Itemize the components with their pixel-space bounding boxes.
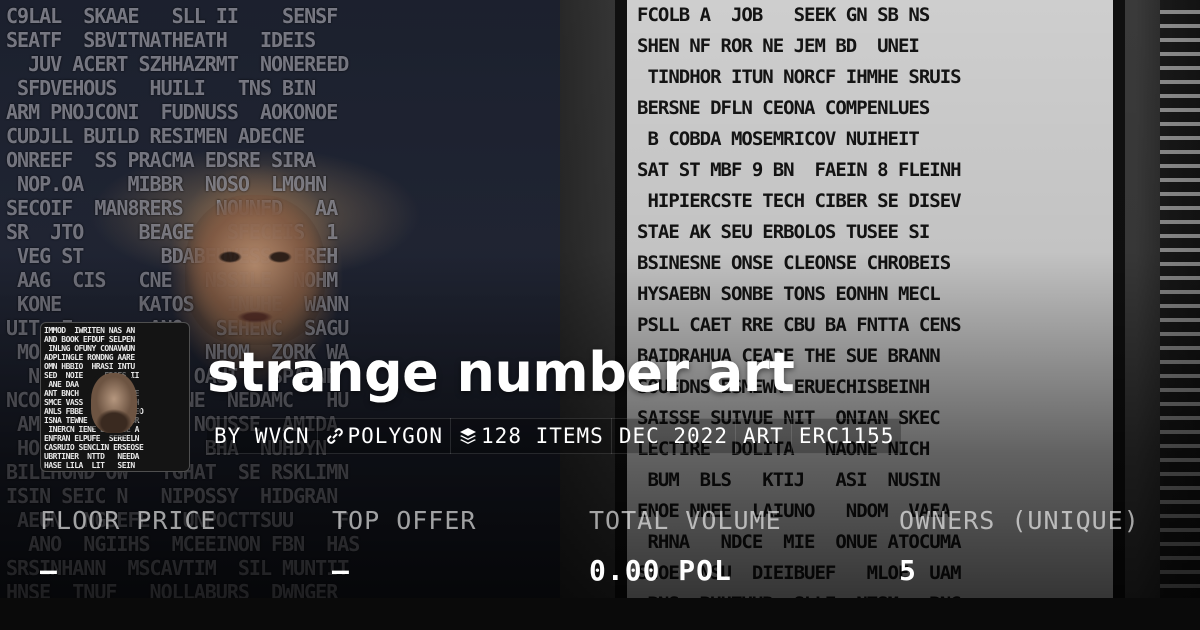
stat-label: TOP OFFER xyxy=(332,506,477,535)
items-chip: 128 ITEMS xyxy=(451,418,612,454)
creator-chip[interactable]: BY WVCN xyxy=(207,418,318,454)
created-date-label: DEC 2022 xyxy=(618,424,728,448)
stat-label: TOTAL VOLUME xyxy=(589,506,782,535)
stat-value: 0.00 POL xyxy=(589,554,732,587)
category-chip[interactable]: ART xyxy=(736,418,792,454)
stat-value: – xyxy=(40,554,58,587)
collection-stats: FLOOR PRICE – TOP OFFER – TOTAL VOLUME 0… xyxy=(0,505,1200,595)
avatar-face-portrait xyxy=(91,373,137,433)
stat-label: FLOOR PRICE xyxy=(40,506,217,535)
creator-label: BY WVCN xyxy=(214,424,310,448)
created-date-chip: DEC 2022 xyxy=(612,418,736,454)
token-standard-chip: ERC1155 xyxy=(792,418,902,454)
bottom-bar xyxy=(0,598,1200,630)
stat-top-offer: TOP OFFER – xyxy=(332,505,476,587)
chain-chip[interactable]: POLYGON xyxy=(318,418,452,454)
stat-value: – xyxy=(332,554,350,587)
stat-total-volume: TOTAL VOLUME 0.00 POL xyxy=(589,505,782,587)
collection-title: strange number art xyxy=(207,341,795,404)
chain-label: POLYGON xyxy=(347,424,444,448)
collection-avatar[interactable]: IMMOD IWRITEN NAS AN AND BOOK EFDUF SELP… xyxy=(40,322,190,472)
layers-stack-icon xyxy=(458,426,478,446)
stat-owners-unique: OWNERS (UNIQUE) 5 xyxy=(899,505,1140,587)
stat-value: 5 xyxy=(899,554,917,587)
items-count-label: 128 ITEMS xyxy=(481,424,604,448)
token-standard-label: ERC1155 xyxy=(798,424,895,448)
collection-meta-row: BY WVCN POLYGON 128 ITEMS DEC 2022 ART E… xyxy=(207,418,902,454)
category-label: ART xyxy=(742,424,784,448)
stat-floor-price: FLOOR PRICE – xyxy=(40,505,217,587)
stat-label: OWNERS (UNIQUE) xyxy=(899,506,1140,535)
polygon-link-icon xyxy=(325,426,345,446)
